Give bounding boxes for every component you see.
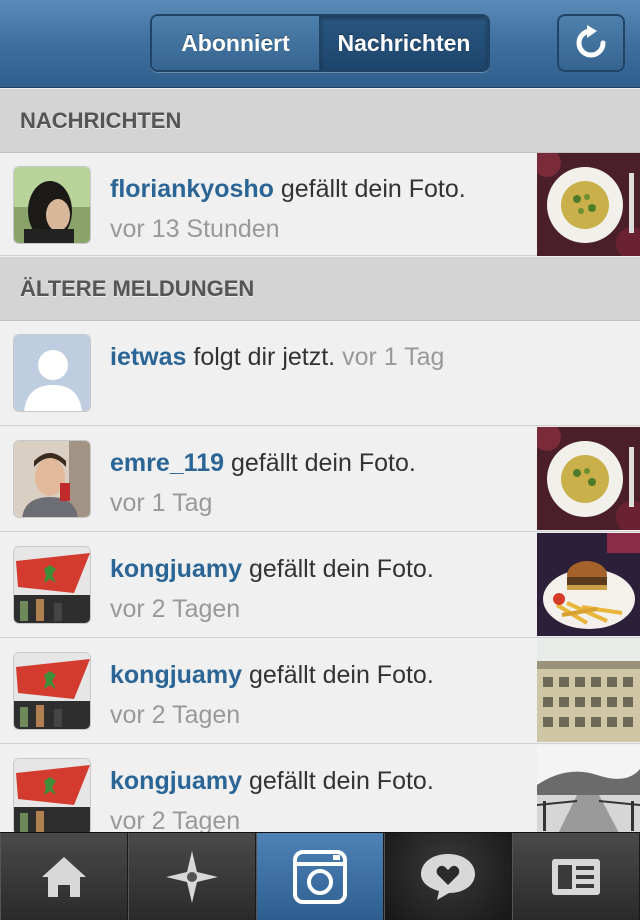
- action-text: gefällt dein Foto.: [280, 175, 466, 203]
- notification-text: ietwas folgt dir jetzt. vor 1 Tag: [110, 337, 530, 377]
- camera-icon: [293, 850, 347, 904]
- segment-following[interactable]: Abonniert: [152, 16, 320, 70]
- action-text: gefällt dein Foto.: [248, 555, 434, 583]
- avatar[interactable]: [13, 440, 91, 518]
- avatar[interactable]: [13, 334, 91, 412]
- feed-segmented-control: Abonniert Nachrichten: [150, 14, 490, 72]
- home-icon: [42, 857, 86, 897]
- timestamp: vor 2 Tagen: [110, 595, 241, 623]
- action-text: gefällt dein Foto.: [230, 449, 416, 477]
- username-link[interactable]: emre_119: [110, 449, 224, 477]
- action-text: folgt dir jetzt.: [193, 343, 336, 371]
- refresh-icon: [576, 25, 606, 58]
- username-link[interactable]: kongjuamy: [110, 661, 242, 689]
- notification-row[interactable]: floriankyosho gefällt dein Foto. vor 13 …: [0, 153, 640, 256]
- action-text: gefällt dein Foto.: [248, 767, 434, 795]
- explore-icon: [166, 851, 218, 903]
- tab-explore[interactable]: [128, 833, 256, 920]
- profile-icon: [552, 859, 600, 895]
- default-user-icon: [14, 335, 90, 411]
- username-link[interactable]: floriankyosho: [110, 175, 274, 203]
- notification-text: emre_119 gefällt dein Foto. vor 1 Tag: [110, 443, 530, 523]
- notification-row[interactable]: kongjuamy gefällt dein Foto. vor 2 Tagen: [0, 533, 640, 638]
- tab-profile[interactable]: [512, 833, 640, 920]
- notification-text: kongjuamy gefällt dein Foto. vor 2 Tagen: [110, 549, 530, 629]
- notification-text: kongjuamy gefällt dein Foto. vor 2 Tagen: [110, 655, 530, 735]
- notification-row[interactable]: ietwas folgt dir jetzt. vor 1 Tag: [0, 321, 640, 426]
- photo-thumbnail[interactable]: [537, 153, 640, 256]
- photo-thumbnail[interactable]: [537, 533, 640, 636]
- avatar[interactable]: [13, 166, 91, 244]
- username-link[interactable]: kongjuamy: [110, 767, 242, 795]
- username-link[interactable]: kongjuamy: [110, 555, 242, 583]
- notification-text: kongjuamy gefällt dein Foto. vor 2 Tagen: [110, 761, 530, 841]
- section-header-older: ÄLTERE MELDUNGEN: [0, 257, 640, 321]
- notification-row[interactable]: emre_119 gefällt dein Foto. vor 1 Tag: [0, 427, 640, 532]
- section-header-new: NACHRICHTEN: [0, 89, 640, 153]
- timestamp: vor 2 Tagen: [110, 701, 241, 729]
- timestamp: vor 1 Tag: [342, 343, 445, 371]
- news-icon: [421, 854, 475, 900]
- tab-home[interactable]: [0, 833, 128, 920]
- avatar[interactable]: [13, 546, 91, 624]
- timestamp: vor 1 Tag: [110, 489, 213, 517]
- avatar[interactable]: [13, 758, 91, 836]
- notification-row[interactable]: kongjuamy gefällt dein Foto. vor 2 Tagen: [0, 639, 640, 744]
- segment-news[interactable]: Nachrichten: [320, 16, 488, 70]
- tab-camera[interactable]: [256, 833, 384, 920]
- avatar[interactable]: [13, 652, 91, 730]
- bottom-tab-bar: [0, 832, 640, 920]
- timestamp: vor 2 Tagen: [110, 807, 241, 835]
- timestamp: vor 13 Stunden: [110, 215, 280, 243]
- top-nav-bar: Abonniert Nachrichten: [0, 0, 640, 88]
- tab-news[interactable]: [384, 833, 512, 920]
- notification-text: floriankyosho gefällt dein Foto. vor 13 …: [110, 169, 530, 249]
- photo-thumbnail[interactable]: [537, 427, 640, 530]
- action-text: gefällt dein Foto.: [248, 661, 434, 689]
- refresh-button[interactable]: [557, 14, 625, 72]
- username-link[interactable]: ietwas: [110, 343, 186, 371]
- photo-thumbnail[interactable]: [537, 639, 640, 742]
